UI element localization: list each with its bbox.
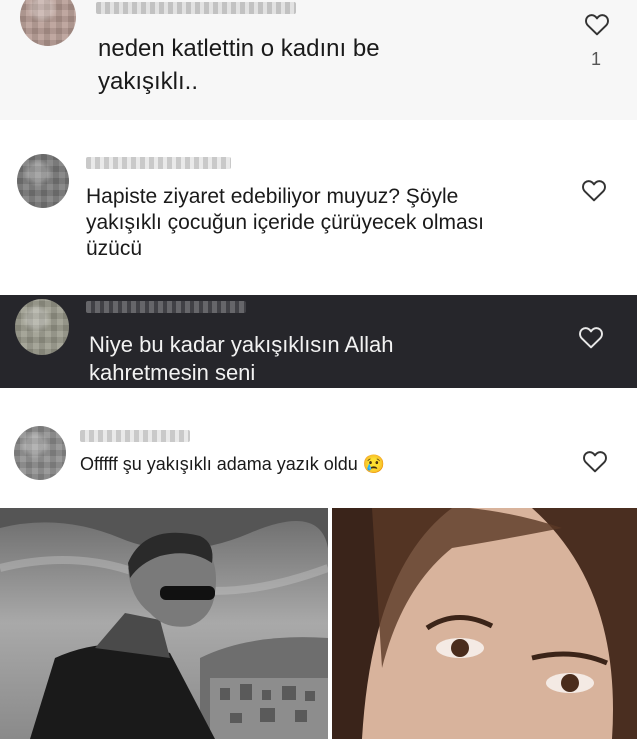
photo-man (0, 508, 328, 739)
crying-face-emoji: 😢 (362, 454, 386, 474)
heart-outline-icon[interactable] (581, 178, 607, 202)
comment-panel-2: Hapiste ziyaret edebiliyor muyuz? Şöyle … (0, 120, 637, 295)
username-redacted[interactable] (86, 157, 231, 169)
comment-text: neden katlettin o kadını be yakışıklı.. (98, 35, 380, 95)
avatar[interactable] (20, 0, 76, 46)
comment-text: Hapiste ziyaret edebiliyor muyuz? Şöyle … (86, 185, 485, 260)
comment-panel-1: neden katlettin o kadını be yakışıklı.. … (0, 0, 637, 120)
username-redacted[interactable] (80, 430, 190, 442)
avatar[interactable] (17, 154, 69, 208)
heart-outline-icon[interactable] (582, 449, 608, 473)
comment-text-body: Offfff şu yakışıklı adama yazık oldu (80, 454, 358, 474)
username-redacted[interactable] (86, 301, 246, 313)
photo-woman (332, 508, 637, 739)
username-redacted[interactable] (96, 2, 296, 14)
like-count: 1 (591, 49, 602, 69)
heart-outline-icon[interactable] (584, 12, 610, 36)
comment-panel-4: Offfff şu yakışıklı adama yazık oldu 😢 (0, 388, 637, 508)
comment-text: Offfff şu yakışıklı adama yazık oldu 😢 (80, 452, 385, 476)
comment-text: Niye bu kadar yakışıklısın Allah kahretm… (89, 332, 394, 385)
comment-panel-3: Niye bu kadar yakışıklısın Allah kahretm… (0, 295, 637, 388)
avatar[interactable] (15, 299, 69, 355)
heart-outline-icon[interactable] (578, 325, 604, 349)
avatar[interactable] (14, 426, 66, 480)
photo-man-illustration (0, 508, 328, 739)
photo-woman-illustration (332, 508, 637, 739)
